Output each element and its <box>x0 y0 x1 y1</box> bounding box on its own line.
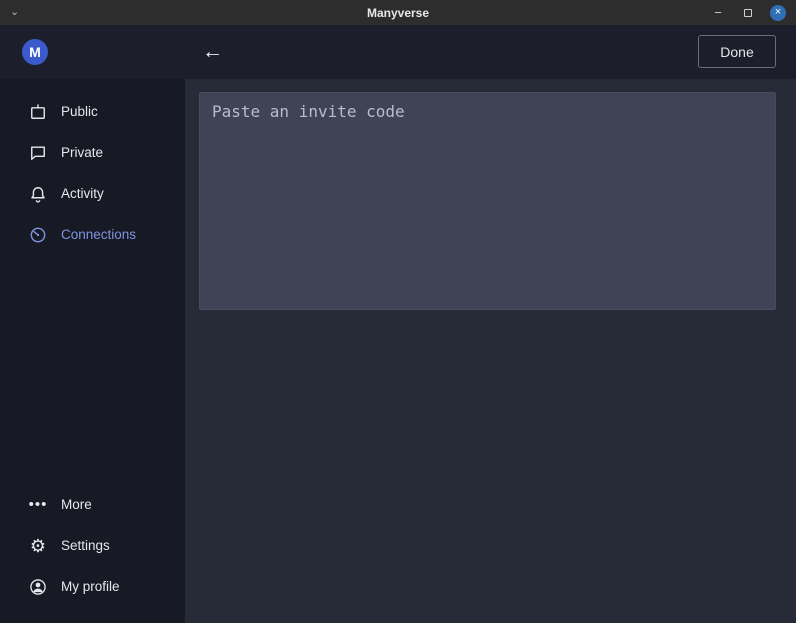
minimize-button[interactable]: − <box>710 5 726 21</box>
back-button[interactable]: ← <box>202 38 223 66</box>
close-icon: × <box>775 7 781 18</box>
window-title: Manyverse <box>0 6 796 20</box>
sidebar-item-my-profile[interactable]: My profile <box>0 566 185 607</box>
close-button[interactable]: × <box>770 5 786 21</box>
public-icon <box>28 102 48 122</box>
restore-icon <box>744 9 752 17</box>
settings-icon: ⚙ <box>28 536 48 556</box>
window-controls: − × <box>710 5 786 21</box>
sidebar-item-settings[interactable]: ⚙ Settings <box>0 525 185 566</box>
sidebar-bottom-group: ••• More ⚙ Settings My profile <box>0 484 185 607</box>
app-header: M ← Done <box>0 25 796 79</box>
os-titlebar: ⌄ Manyverse − × <box>0 0 796 25</box>
activity-icon <box>28 184 48 204</box>
connections-icon <box>28 225 48 245</box>
sidebar-item-activity[interactable]: Activity <box>0 173 185 214</box>
manyverse-logo: M <box>22 39 48 65</box>
sidebar-item-connections[interactable]: Connections <box>0 214 185 255</box>
restore-button[interactable] <box>740 5 756 21</box>
sidebar-top-group: Public Private Activity <box>0 91 185 255</box>
sidebar-item-label: More <box>61 497 92 512</box>
sidebar-item-label: Connections <box>61 227 136 242</box>
sidebar-item-private[interactable]: Private <box>0 132 185 173</box>
sidebar-item-more[interactable]: ••• More <box>0 484 185 525</box>
sidebar-item-label: Settings <box>61 538 110 553</box>
more-icon: ••• <box>28 495 48 515</box>
sidebar-item-label: Public <box>61 104 98 119</box>
logo-letter: M <box>29 44 41 60</box>
window-menu-chevron-icon[interactable]: ⌄ <box>10 7 19 18</box>
profile-icon <box>28 577 48 597</box>
invite-code-input[interactable] <box>199 92 776 310</box>
back-arrow-icon: ← <box>202 40 223 63</box>
sidebar-item-public[interactable]: Public <box>0 91 185 132</box>
sidebar-item-label: My profile <box>61 579 120 594</box>
main-content <box>185 79 796 623</box>
private-icon <box>28 143 48 163</box>
done-button[interactable]: Done <box>698 35 776 68</box>
sidebar-item-label: Activity <box>61 186 104 201</box>
sidebar-item-label: Private <box>61 145 103 160</box>
sidebar: Public Private Activity <box>0 79 185 623</box>
